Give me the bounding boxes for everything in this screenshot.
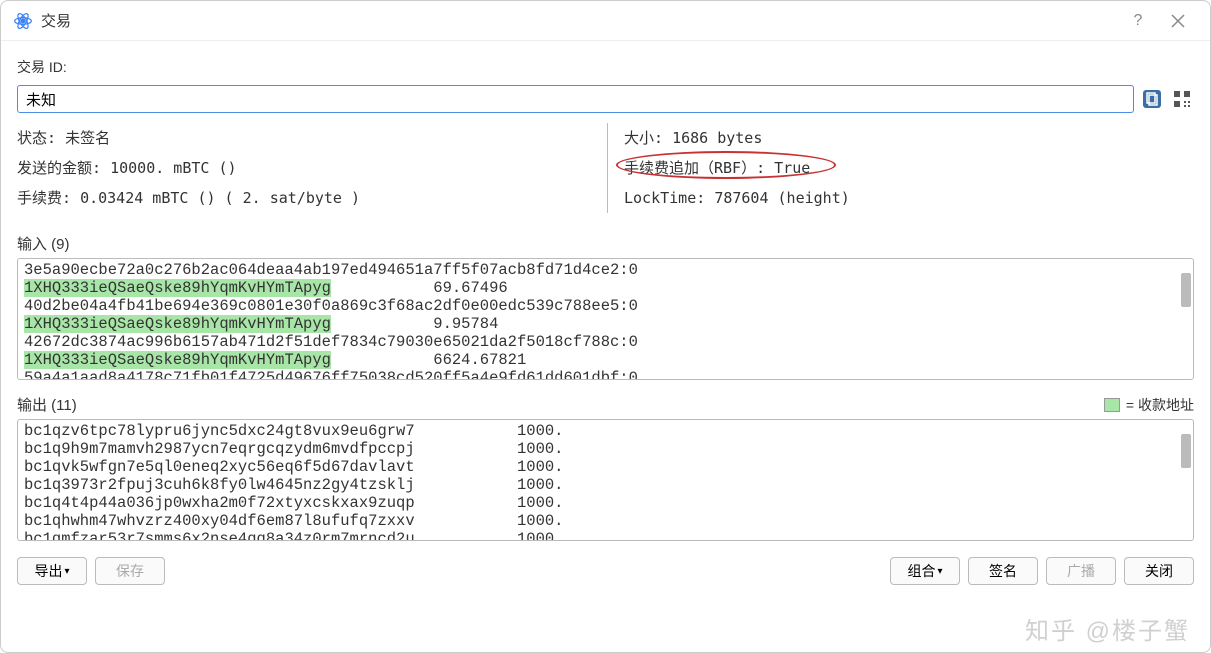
transaction-dialog: 交易 ? 交易 ID: 状态: 未签名 发送的金额: 10000. mBTC (… [0,0,1211,653]
window-title: 交易 [41,10,1118,31]
txid-row [17,85,1194,113]
chevron-down-icon: ▾ [937,566,942,577]
fee-line: 手续费: 0.03424 mBTC () ( 2. sat/byte ) [17,183,607,213]
status-line: 状态: 未签名 [17,123,607,153]
inputs-content: 3e5a90ecbe72a0c276b2ac064deaa4ab197ed494… [18,259,1193,380]
meta-left: 状态: 未签名 发送的金额: 10000. mBTC () 手续费: 0.034… [17,123,607,213]
inputs-label: 输入 (9) [17,233,1194,254]
rbf-line: 手续费追加（RBF）: True [624,153,1194,183]
close-window-button[interactable] [1158,1,1198,41]
save-button[interactable]: 保存 [95,557,165,585]
meta-columns: 状态: 未签名 发送的金额: 10000. mBTC () 手续费: 0.034… [17,123,1194,213]
size-line: 大小: 1686 bytes [624,123,1194,153]
txid-input[interactable] [17,85,1134,113]
txid-label: 交易 ID: [17,57,1194,77]
meta-right: 大小: 1686 bytes 手续费追加（RBF）: True LockTime… [607,123,1194,213]
legend-swatch [1104,398,1120,412]
legend-text: = 收款地址 [1126,395,1194,415]
outputs-scrollbar[interactable] [1181,434,1191,468]
broadcast-button[interactable]: 广播 [1046,557,1116,585]
copy-icon[interactable] [1140,87,1164,111]
content-area: 交易 ID: 状态: 未签名 发送的金额: 10000. mBTC () 手续费… [1,41,1210,549]
sign-button[interactable]: 签名 [968,557,1038,585]
combine-button[interactable]: 组合▾ [890,557,960,585]
watermark: 知乎 @楼子蟹 [1025,611,1190,646]
inputs-scrollbar[interactable] [1181,273,1191,307]
export-button[interactable]: 导出▾ [17,557,87,585]
amount-line: 发送的金额: 10000. mBTC () [17,153,607,183]
outputs-header-row: 输出 (11) = 收款地址 [17,394,1194,415]
inputs-box[interactable]: 3e5a90ecbe72a0c276b2ac064deaa4ab197ed494… [17,258,1194,380]
chevron-down-icon: ▾ [64,566,69,577]
help-button[interactable]: ? [1118,1,1158,41]
footer: 导出▾ 保存 组合▾ 签名 广播 关闭 [1,549,1210,599]
close-button[interactable]: 关闭 [1124,557,1194,585]
locktime-line: LockTime: 787604 (height) [624,183,1194,213]
outputs-label: 输出 (11) [17,394,77,415]
qr-icon[interactable] [1170,87,1194,111]
titlebar: 交易 ? [1,1,1210,41]
app-icon [13,11,33,31]
outputs-box[interactable]: bc1qzv6tpc78lypru6jync5dxc24gt8vux9eu6gr… [17,419,1194,541]
outputs-content: bc1qzv6tpc78lypru6jync5dxc24gt8vux9eu6gr… [18,420,1193,541]
